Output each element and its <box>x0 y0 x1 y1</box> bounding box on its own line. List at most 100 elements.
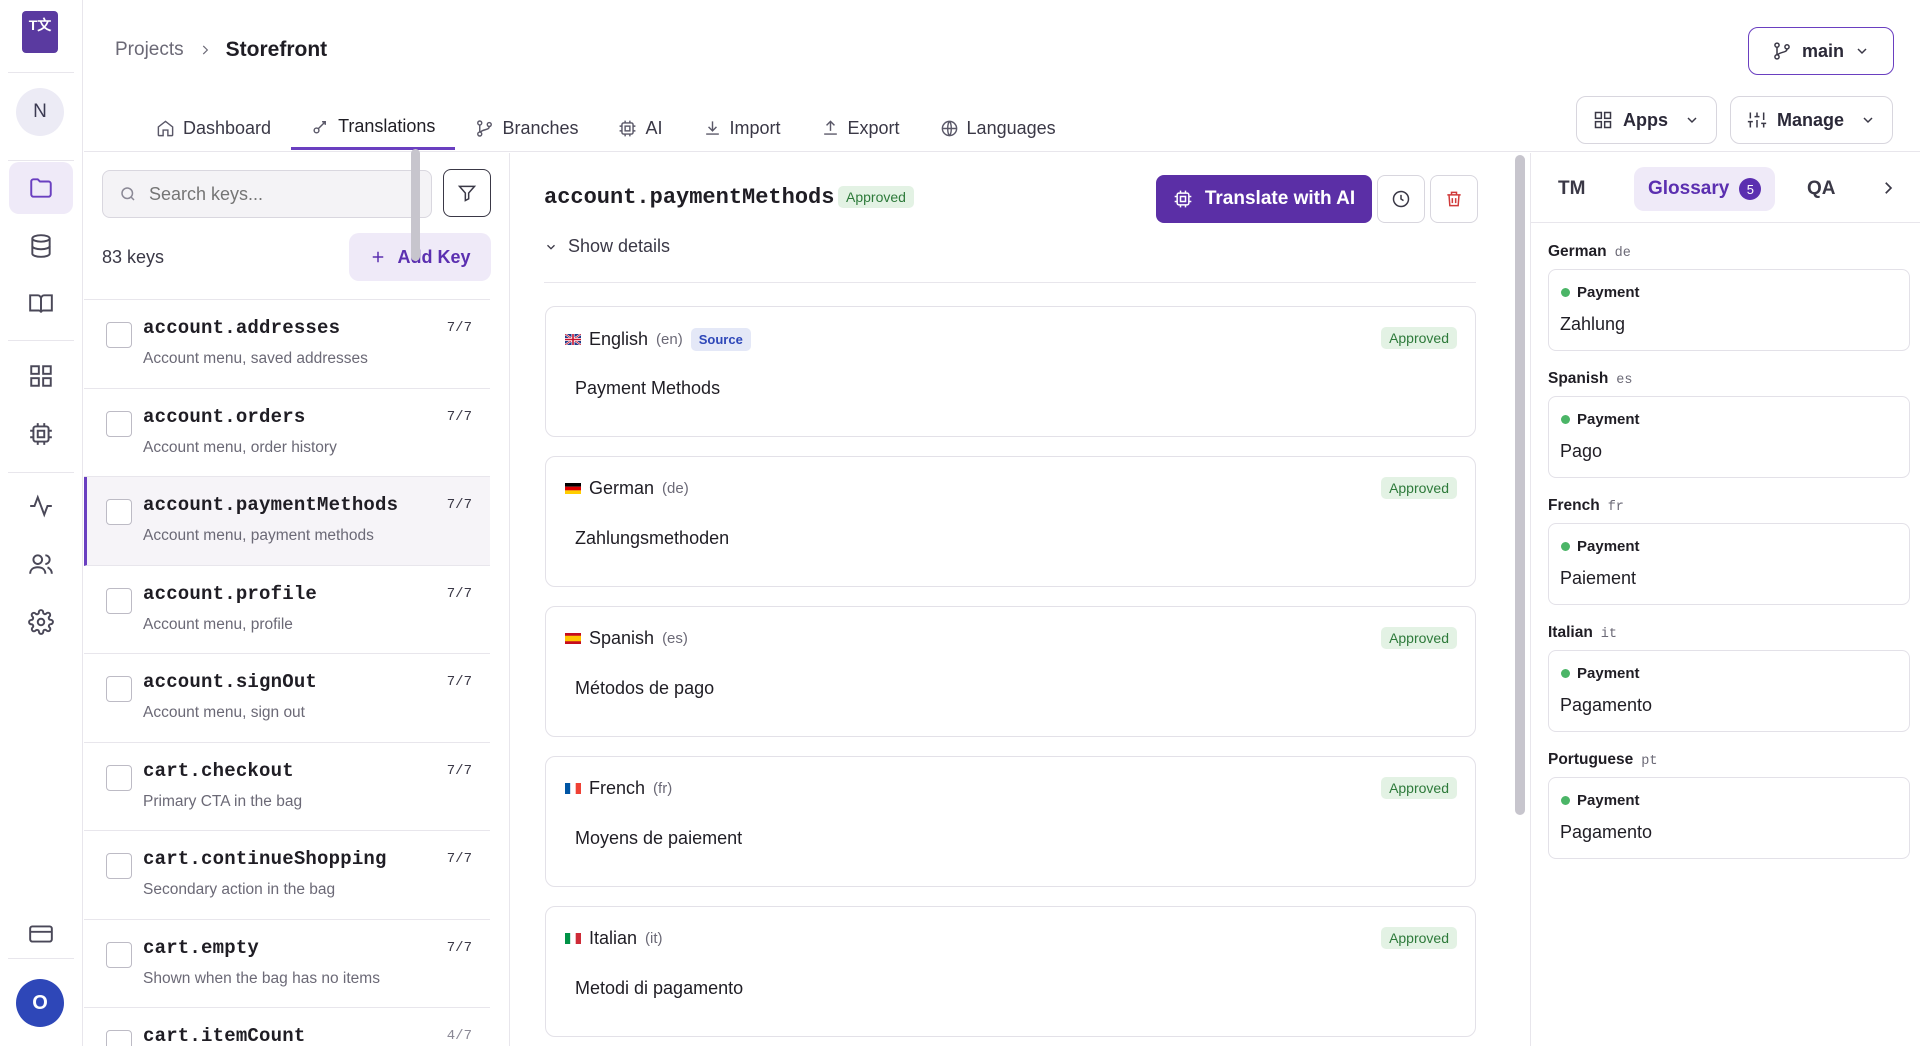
language-name: German <box>589 478 655 498</box>
divider <box>8 472 74 473</box>
glossary-entry: French fr Payment Paiement <box>1548 497 1910 605</box>
chevron-right-icon[interactable] <box>1879 179 1897 197</box>
language-header: Spanish (es) <box>565 628 688 649</box>
tab-ai[interactable]: AI <box>598 106 682 150</box>
tab-dashboard[interactable]: Dashboard <box>136 106 291 150</box>
row-checkbox[interactable] <box>106 410 132 437</box>
add-key-button[interactable]: Add Key <box>349 233 491 281</box>
row-checkbox[interactable] <box>106 764 132 791</box>
glossary-card[interactable]: Payment Pagamento <box>1548 777 1910 859</box>
status-dot <box>1561 288 1570 297</box>
status-badge: Approved <box>838 186 914 208</box>
trash-icon <box>1444 189 1464 209</box>
filter-button[interactable] <box>443 169 491 217</box>
search-input[interactable] <box>149 183 389 205</box>
card-icon[interactable] <box>9 908 73 960</box>
key-list-scrollbar[interactable] <box>411 149 420 261</box>
row-checkbox[interactable] <box>106 322 132 348</box>
key-row[interactable]: cart.continueShopping Secondary action in… <box>84 831 490 920</box>
glossary-code: es <box>1616 373 1633 388</box>
apps-label: Apps <box>1623 109 1668 130</box>
tab-languages[interactable]: Languages <box>920 106 1076 150</box>
history-button[interactable] <box>1377 175 1425 223</box>
key-progress: 7/7 <box>446 851 472 867</box>
translation-value[interactable]: Zahlungsmethoden <box>575 528 729 549</box>
status-badge: Approved <box>1381 627 1457 649</box>
glossary-language: French <box>1548 497 1600 514</box>
translation-card-es[interactable]: Spanish (es) Approved Métodos de pago <box>545 606 1476 737</box>
key-row[interactable]: cart.empty Shown when the bag has no item… <box>84 920 490 1008</box>
key-row[interactable]: cart.itemCount 4/7 <box>84 1008 490 1046</box>
tab-glossary[interactable]: Glossary 5 <box>1634 167 1776 211</box>
translation-value[interactable]: Payment Methods <box>575 378 720 399</box>
branch-selector[interactable]: main <box>1748 27 1894 75</box>
translation-value[interactable]: Métodos de pago <box>575 678 714 699</box>
language-name: Italian <box>589 928 638 948</box>
glossary-card[interactable]: Payment Pago <box>1548 396 1910 478</box>
glossary-language: Italian <box>1548 624 1593 641</box>
search-box[interactable] <box>102 170 432 218</box>
translation-card-en[interactable]: English (en) Source Approved Payment Met… <box>545 306 1476 437</box>
glossary-code: it <box>1600 627 1617 642</box>
tab-label: Export <box>847 117 900 138</box>
key-row[interactable]: cart.checkout Primary CTA in the bag 7/7 <box>84 743 490 831</box>
show-details-toggle[interactable]: Show details <box>544 236 670 257</box>
translation-card-de[interactable]: German (de) Approved Zahlungsmethoden <box>545 456 1476 587</box>
key-progress: 7/7 <box>446 585 472 602</box>
translation-card-fr[interactable]: French (fr) Approved Moyens de paiement <box>545 756 1476 887</box>
divider <box>8 72 74 73</box>
row-checkbox[interactable] <box>106 853 132 879</box>
key-row[interactable]: account.profile Account menu, profile 7/7 <box>84 566 490 654</box>
chip-icon[interactable] <box>9 408 73 460</box>
users-icon[interactable] <box>9 538 73 590</box>
tab-export[interactable]: Export <box>801 106 920 150</box>
app-logo[interactable]: T文 <box>22 11 58 53</box>
org-avatar[interactable]: O <box>16 979 64 1027</box>
row-checkbox[interactable] <box>106 499 132 525</box>
row-checkbox[interactable] <box>106 1030 132 1046</box>
glossary-term: Payment <box>1577 665 1640 682</box>
key-row[interactable]: account.orders Account menu, order histor… <box>84 389 490 477</box>
delete-button[interactable] <box>1430 175 1478 223</box>
breadcrumb-projects[interactable]: Projects <box>115 39 184 61</box>
editor-scrollbar[interactable] <box>1515 155 1525 815</box>
nav-rail: T文 N O <box>0 0 83 1046</box>
key-row[interactable]: account.addresses Account menu, saved add… <box>84 300 490 389</box>
glossary-card[interactable]: Payment Paiement <box>1548 523 1910 605</box>
user-avatar[interactable]: N <box>16 88 64 136</box>
row-checkbox[interactable] <box>106 941 132 968</box>
grid-icon[interactable] <box>9 350 73 402</box>
activity-icon[interactable] <box>9 480 73 532</box>
manage-button[interactable]: Manage <box>1730 96 1894 144</box>
chevron-down-icon <box>1860 112 1876 128</box>
glossary-translation: Pago <box>1560 441 1603 461</box>
tab-translations[interactable]: Translations <box>291 106 456 150</box>
apps-button[interactable]: Apps <box>1576 96 1717 144</box>
glossary-card[interactable]: Payment Zahlung <box>1548 269 1910 351</box>
projects-icon[interactable] <box>9 162 73 214</box>
key-row[interactable]: account.signOut Account menu, sign out 7/7 <box>84 654 490 743</box>
translation-value[interactable]: Metodi di pagamento <box>575 978 743 999</box>
database-icon[interactable] <box>9 220 73 272</box>
row-checkbox[interactable] <box>106 587 132 614</box>
row-checkbox[interactable] <box>106 676 132 702</box>
key-row-selected[interactable]: account.paymentMethods Account menu, paym… <box>84 477 490 566</box>
book-icon[interactable] <box>9 278 73 330</box>
key-title: account.paymentMethods <box>544 185 835 210</box>
tab-branches[interactable]: Branches <box>455 106 598 150</box>
divider <box>8 340 74 341</box>
translation-card-it[interactable]: Italian (it) Approved Metodi di pagament… <box>545 906 1476 1037</box>
translate-ai-label: Translate with AI <box>1204 188 1356 209</box>
language-header: German (de) <box>565 478 689 499</box>
spain-flag-icon <box>565 633 581 644</box>
tab-import[interactable]: Import <box>683 106 801 150</box>
tab-qa[interactable]: QA <box>1793 167 1850 211</box>
translation-value[interactable]: Moyens de paiement <box>575 828 742 849</box>
tab-tm[interactable]: TM <box>1544 167 1599 211</box>
status-badge: Approved <box>1381 477 1457 499</box>
translate-ai-button[interactable]: Translate with AI <box>1156 175 1372 223</box>
chevron-right-icon <box>198 43 212 57</box>
settings-icon[interactable] <box>9 596 73 648</box>
glossary-translation: Zahlung <box>1560 314 1626 334</box>
glossary-card[interactable]: Payment Pagamento <box>1548 650 1910 732</box>
